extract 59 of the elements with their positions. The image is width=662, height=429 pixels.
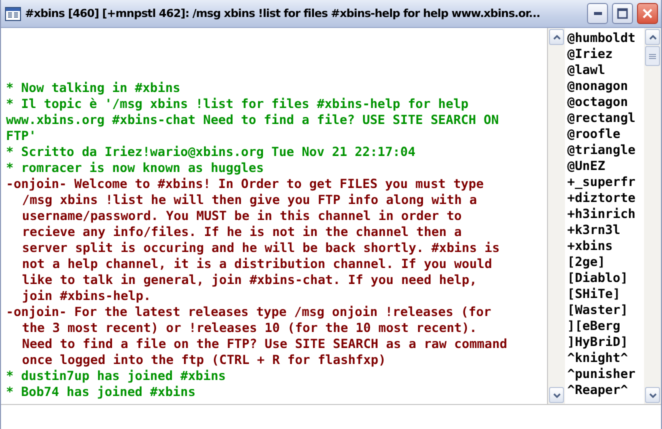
nick-item[interactable]: @Iriez [567,46,644,62]
chevron-down-icon [552,392,561,398]
nick-item[interactable]: @UnEZ [567,158,644,174]
nick-item[interactable]: +h3inrich [567,206,644,222]
chat-line: username/password. You MUST be in this channel in order to [21,208,463,224]
chat-line: www.xbins.org #xbins-chat Need to find a file? USE SITE SEARCH ON [6,112,500,128]
nick-item[interactable]: @lawl [567,62,644,78]
nick-item[interactable]: +k3rn3l [567,222,644,238]
chat-line: recieve any info/files. If he is not in the channel then a [21,224,463,240]
chevron-up-icon [648,34,656,40]
nick-item[interactable]: @nonagon [567,78,644,94]
nick-item[interactable]: [Waster] [567,302,644,318]
nick-item[interactable]: ^Reaper^ [567,382,644,398]
nick-item[interactable]: [Diablo] [567,270,644,286]
scroll-thumb[interactable] [645,46,660,66]
minimize-icon [594,12,602,15]
nick-item[interactable]: +xbins [567,238,644,254]
chat-line: the 3 most recent) or !releases 10 (for the 10 most recent). [21,320,478,336]
chat-line: FTP' [6,128,38,144]
chat-line: * Bob74 has joined #xbins [6,384,197,400]
nick-item[interactable]: ^punisher [567,366,644,382]
chat-line: once logged into the ftp (CTRL + R for flashfxp) [21,352,387,368]
chat-line: -onjoin- For the latest releases type /msg onjoin !releases (for [6,304,492,320]
close-icon [642,8,653,19]
nick-item[interactable]: [2ge] [567,254,644,270]
chat-line: * Scritto da Iriez!wario@xbins.org Tue Nov 21 22:17:04 [6,144,416,160]
minimize-button[interactable] [587,3,608,24]
nick-item[interactable]: ]HyBriD] [567,334,644,350]
chat-line: join #xbins-help. [21,288,152,304]
nick-item[interactable]: @roofle [567,126,644,142]
chat-line: * Il topic è '/msg xbins !list for files #xbins-help for help [6,96,470,112]
window-title: #xbins [460] [+mnpstl 462]: /msg xbins !list for files #xbins-help for help www.xbins.or... [25,7,541,20]
chat-line: * dustin7up has joined #xbins [6,368,227,384]
nick-item[interactable]: +diztorte [567,190,644,206]
nick-item[interactable]: [SHiTe] [567,286,644,302]
chat-line: server split is occuring and he will be back shortly. #xbins is [21,240,501,256]
nick-item[interactable]: +_superfr [567,174,644,190]
chat-line: Need to find a file on the FTP? Use SITE SEARCH as a raw command [21,336,508,352]
nick-item[interactable]: @triangle [567,142,644,158]
chevron-up-icon [552,34,561,40]
chat-line: -onjoin- Welcome to #xbins! In Order to get FILES you must type [6,176,485,192]
chat-line: /msg xbins !list he will then give you FTP info along with a [21,192,478,208]
chat-line: not a help channel, it is a distribution channel. If you would [21,256,494,272]
nick-item[interactable]: ^knight^ [567,350,644,366]
maximize-button[interactable] [612,3,633,24]
maximize-icon [617,8,628,19]
scrollbar[interactable] [644,28,661,404]
grip-icon [649,52,656,60]
scrollbar[interactable] [548,28,566,404]
chat-line: * Now talking in #xbins [6,80,182,96]
chat-line: like to talk in general, join #xbins-chat. If you need help, [21,272,478,288]
nick-item[interactable]: @rectangl [567,110,644,126]
nick-item[interactable]: @humboldt [567,30,644,46]
chat-line: * romracer is now known as huggles [6,160,265,176]
nick-item[interactable]: @octagon [567,94,644,110]
close-button[interactable] [637,3,658,24]
nick-item[interactable]: ][eBerg [567,318,644,334]
chevron-down-icon [648,392,656,398]
window-icon [5,6,21,20]
